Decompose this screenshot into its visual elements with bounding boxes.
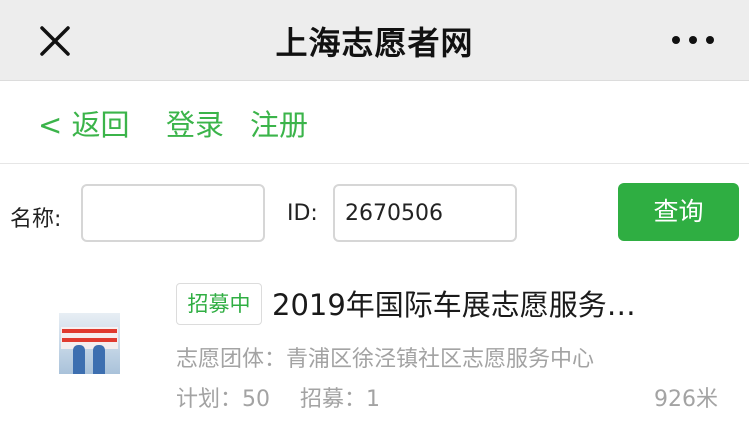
status-badge: 招募中 <box>176 283 262 325</box>
item-recruit: 招募：1 <box>300 387 380 412</box>
page-title: 上海志愿者网 <box>275 24 474 62</box>
item-org: 志愿团体：青浦区徐泾镇社区志愿服务中心 <box>176 347 595 372</box>
id-input[interactable] <box>333 184 517 242</box>
item-plan: 计划：50 <box>176 387 270 412</box>
more-dots-icon[interactable] <box>668 30 718 50</box>
item-distance: 926米 <box>654 387 718 412</box>
id-label: ID: <box>287 201 318 226</box>
item-title[interactable]: 2019年国际车展志愿服务… <box>272 282 742 324</box>
back-link[interactable]: < 返回 <box>38 102 130 144</box>
nav-row: < 返回 登录 注册 <box>0 82 749 164</box>
query-button[interactable]: 查询 <box>618 183 739 241</box>
list-item[interactable]: 招募中 2019年国际车展志愿服务… 志愿团体：青浦区徐泾镇社区志愿服务中心 计… <box>0 268 749 442</box>
name-label: 名称: <box>10 207 62 232</box>
top-bar: 上海志愿者网 <box>0 0 749 81</box>
name-input[interactable] <box>81 184 265 242</box>
activity-thumbnail <box>59 313 120 374</box>
register-link[interactable]: 注册 <box>250 102 308 144</box>
login-link[interactable]: 登录 <box>166 102 224 144</box>
search-form: 名称: ID: 查询 <box>0 165 749 260</box>
